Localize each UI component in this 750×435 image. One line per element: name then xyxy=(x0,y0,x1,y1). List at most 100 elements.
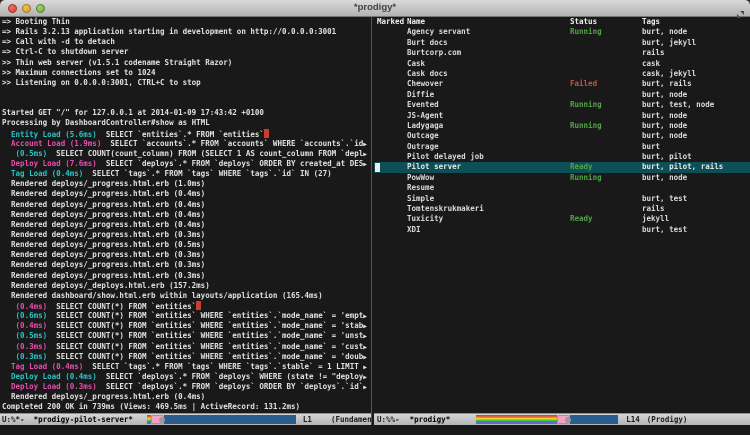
cell-tags: burt, node xyxy=(642,111,750,121)
process-row[interactable]: Cask docscask, jekyll xyxy=(374,69,750,79)
process-row[interactable]: Outcageburt, node xyxy=(374,131,750,141)
cell-name: Evented xyxy=(407,100,570,110)
process-row[interactable]: XDIburt, test xyxy=(374,225,750,235)
process-row[interactable]: TuxicityReadyjekyll xyxy=(374,214,750,224)
log-line: (0.5ms) SELECT COUNT(count_column) FROM … xyxy=(2,149,371,159)
process-row[interactable]: Resume xyxy=(374,183,750,193)
line-number: L14 xyxy=(626,415,640,424)
line-number: L1 xyxy=(303,415,312,424)
truncation-arrow-icon: ▶ xyxy=(363,333,367,340)
log-line: >> Maximum connections set to 1024 xyxy=(2,68,371,78)
cell-marked xyxy=(377,79,407,89)
log-line: >> Thin web server (v1.5.1 codename Stra… xyxy=(2,58,371,68)
cell-name: Outrage xyxy=(407,142,570,152)
process-row[interactable]: JS-Agent burt, node xyxy=(374,111,750,121)
cell-name: Resume xyxy=(407,183,570,193)
cell-marked xyxy=(377,183,407,193)
process-row[interactable]: Simpleburt, test xyxy=(374,194,750,204)
process-row[interactable]: Agency servantRunningburt, node xyxy=(374,27,750,37)
prodigy-process-table[interactable]: Marked Name Status Tags Agency servantRu… xyxy=(374,17,750,413)
process-row[interactable]: Caskcask xyxy=(374,59,750,69)
right-modeline[interactable]: U:%%- *prodigy* L14 (Prodigy) xyxy=(374,413,750,425)
cell-name: Pilot server xyxy=(407,162,570,172)
cell-name: JS-Agent xyxy=(407,111,570,121)
process-row[interactable]: PowWowRunningburt, node xyxy=(374,173,750,183)
cell-tags: burt, test xyxy=(642,225,750,235)
trailing-whitespace-block xyxy=(196,301,201,310)
log-line: (0.4ms) SELECT COUNT(*) FROM `entities` … xyxy=(2,321,371,331)
header-name: Name xyxy=(407,17,570,27)
process-row[interactable]: ChewoverFailedburt, rails xyxy=(374,79,750,89)
cell-tags: jekyll xyxy=(642,214,750,224)
process-row[interactable]: Burtcorp.com rails xyxy=(374,48,750,58)
cell-tags: cask xyxy=(642,59,750,69)
cell-tags: burt, node xyxy=(642,27,750,37)
cell-marked xyxy=(377,100,407,110)
header-tags: Tags xyxy=(642,17,750,27)
cell-marked xyxy=(377,48,407,58)
cell-name: Ladygaga xyxy=(407,121,570,131)
process-row[interactable]: Outrageburt xyxy=(374,142,750,152)
process-row[interactable]: Pilot serverReadyburt, pilot, rails xyxy=(374,162,750,172)
process-row[interactable]: EventedRunningburt, test, node xyxy=(374,100,750,110)
cell-marked xyxy=(377,152,407,162)
truncation-arrow-icon: ▶ xyxy=(363,161,367,168)
cell-tags: burt, pilot xyxy=(642,152,750,162)
truncation-arrow-icon: ▶ xyxy=(363,323,367,330)
header-marked: Marked xyxy=(377,17,407,27)
cell-name: Burtcorp.com xyxy=(407,48,570,58)
cell-status xyxy=(570,152,642,162)
modeline-flags: U:%*- xyxy=(2,415,25,424)
fullscreen-icon[interactable] xyxy=(736,4,745,13)
cell-tags: burt, pilot, rails xyxy=(642,162,750,172)
rails-log-buffer[interactable]: => Booting Thin=> Rails 3.2.13 applicati… xyxy=(0,17,371,413)
truncation-arrow-icon: ▶ xyxy=(363,384,367,391)
major-mode: (Fundamen xyxy=(331,415,371,424)
close-button-icon[interactable] xyxy=(8,4,17,13)
cell-marked xyxy=(377,142,407,152)
cell-marked xyxy=(377,59,407,69)
cell-status: Running xyxy=(570,173,642,183)
cell-status: Failed xyxy=(570,79,642,89)
truncation-arrow-icon: ▶ xyxy=(363,313,367,320)
minimize-button-icon[interactable] xyxy=(22,4,31,13)
cell-tags: burt, node xyxy=(642,173,750,183)
cell-marked xyxy=(377,204,407,214)
cell-tags: burt, jekyll xyxy=(642,38,750,48)
log-line: Rendered deploys/_progress.html.erb (1.0… xyxy=(2,179,371,189)
cell-tags: burt, test, node xyxy=(642,100,750,110)
cell-status: Running xyxy=(570,100,642,110)
process-row[interactable]: LadygagaRunningburt, node xyxy=(374,121,750,131)
buffer-name: *prodigy-pilot-server* xyxy=(34,415,133,424)
cell-status xyxy=(570,142,642,152)
log-line: Tag Load (0.4ms) SELECT `tags`.* FROM `t… xyxy=(2,169,371,179)
cell-marked xyxy=(377,111,407,121)
left-modeline[interactable]: U:%*- *prodigy-pilot-server* L1 (Fundame… xyxy=(0,413,371,425)
titlebar: *prodigy* xyxy=(0,0,750,17)
cell-name: PowWow xyxy=(407,173,570,183)
log-line: Rendered deploys/_progress.html.erb (0.4… xyxy=(2,189,371,199)
cell-tags: rails xyxy=(642,48,750,58)
log-line: => Booting Thin xyxy=(2,17,371,27)
cell-marked xyxy=(377,69,407,79)
process-row[interactable]: Pilot delayed jobburt, pilot xyxy=(374,152,750,162)
cell-name: Diffie xyxy=(407,90,570,100)
process-row[interactable]: Diffieburt, node xyxy=(374,90,750,100)
trailing-whitespace-block xyxy=(264,129,269,138)
table-header: Marked Name Status Tags xyxy=(374,17,750,27)
log-line: (0.3ms) SELECT COUNT(*) FROM `entities` … xyxy=(2,342,371,352)
nyan-space-bar xyxy=(164,415,296,424)
log-line: Completed 200 OK in 739ms (Views: 469.5m… xyxy=(2,402,371,412)
log-line: Rendered deploys/_progress.html.erb (0.3… xyxy=(2,230,371,240)
cell-status xyxy=(570,225,642,235)
log-line: Rendered deploys/_deploys.html.erb (157.… xyxy=(2,281,371,291)
cell-tags xyxy=(642,183,750,193)
log-line: Rendered deploys/_progress.html.erb (0.3… xyxy=(2,271,371,281)
log-line: >> Listening on 0.0.0.0:3001, CTRL+C to … xyxy=(2,78,371,88)
zoom-button-icon[interactable] xyxy=(36,4,45,13)
process-row[interactable]: Burt docsburt, jekyll xyxy=(374,38,750,48)
process-row[interactable]: Tomtenskrukmakerirails xyxy=(374,204,750,214)
echo-area xyxy=(0,425,750,435)
log-line: Account Load (1.9ms) SELECT `accounts`.*… xyxy=(2,139,371,149)
log-line: Started GET "/" for 127.0.0.1 at 2014-01… xyxy=(2,108,371,118)
